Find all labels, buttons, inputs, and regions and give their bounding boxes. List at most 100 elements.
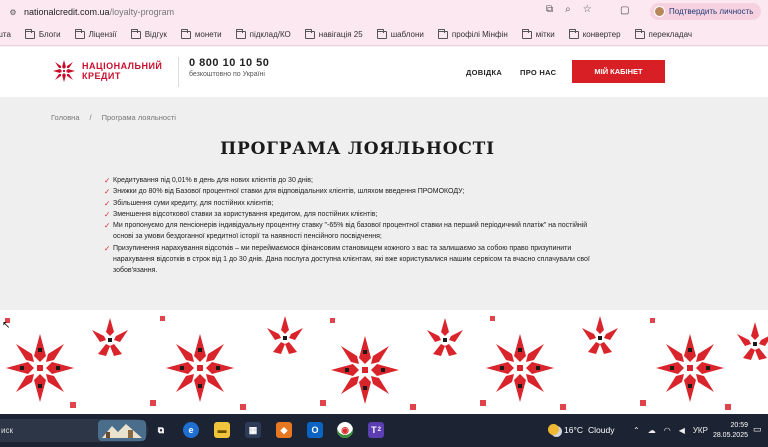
bookmark-label: перекладач [648, 30, 693, 39]
task-view-icon[interactable]: ⧉ [153, 422, 169, 438]
show-hidden-icons-icon[interactable]: ⌃ [633, 426, 640, 435]
bookmark-label: підклад/КО [249, 30, 291, 39]
folder-icon [74, 28, 85, 39]
taskbar-search[interactable]: иск [0, 419, 148, 442]
notifications-icon[interactable]: ▭ [753, 424, 762, 435]
bookmark-item[interactable]: ошта [0, 30, 11, 39]
phone-note: безкоштовно по Україні [189, 71, 265, 78]
list-item: ✓ Ми пропонуємо для пенсіонерів індивідуа… [104, 220, 604, 243]
bookmark-folder[interactable]: перекладач [634, 28, 693, 39]
wifi-icon[interactable]: ◠ [664, 426, 671, 435]
bookmark-label: профілі Мінфін [451, 30, 508, 39]
onedrive-icon[interactable]: ☁ [648, 426, 656, 435]
mouse-cursor-icon: ↖ [2, 320, 11, 331]
logo-line-1: НАЦІОНАЛЬНИЙ [82, 61, 163, 71]
folder-icon [376, 28, 387, 39]
folder-icon [437, 28, 448, 39]
list-item: ✓ Зменшення відсоткової ставки за користу… [104, 209, 604, 220]
breadcrumb-current: Програма лояльності [101, 113, 176, 122]
bookmark-folder[interactable]: шаблони [376, 28, 424, 39]
teams-icon[interactable]: T2 [368, 422, 384, 438]
bookmarks-bar: ошта Блоги Ліцензії Відгук монети підкла… [0, 24, 768, 46]
translate-icon[interactable]: ⧉ [546, 4, 553, 15]
outlook-icon[interactable]: O [307, 422, 323, 438]
zoom-icon[interactable]: ⌕ [565, 4, 571, 15]
search-highlight-icon [98, 420, 146, 441]
bookmark-folder[interactable]: підклад/КО [235, 28, 291, 39]
volume-icon[interactable]: ◀ [679, 426, 685, 435]
page-title: ПРОГРАМА ЛОЯЛЬНОСТІ [220, 139, 495, 159]
weather-widget[interactable]: 16°C Cloudy [548, 424, 614, 435]
url-path: /loyalty-program [109, 7, 175, 17]
nav-help-link[interactable]: ДОВІДКА [466, 68, 502, 77]
bookmark-folder[interactable]: монети [180, 28, 222, 39]
list-item-text: Зменшення відсоткової ставки за користув… [113, 210, 378, 218]
bookmark-folder[interactable]: Ліцензії [74, 28, 117, 39]
bookmark-label: Відгук [144, 30, 167, 39]
store-icon[interactable]: ▦ [245, 422, 261, 438]
nav-about-link[interactable]: ПРО НАС [520, 68, 556, 77]
breadcrumb-home[interactable]: Головна [51, 113, 80, 122]
checkmark-icon: ✓ [104, 243, 111, 253]
url-domain: nationalcredit.com.ua [24, 7, 110, 17]
folder-icon [180, 28, 191, 39]
bookmark-folder[interactable]: конвертер [568, 28, 621, 39]
checkmark-icon: ✓ [104, 198, 111, 208]
logo-ornament-icon [53, 60, 75, 82]
time: 20:59 [730, 422, 748, 429]
logo-line-2: КРЕДИТ [82, 71, 121, 81]
bookmark-folder[interactable]: навігація 25 [304, 28, 363, 39]
embroidery-pattern [0, 310, 768, 414]
list-item: ✓ Збільшення суми кредиту, для постійних … [104, 198, 604, 209]
list-item: ✓ Кредитування під 0,01% в день для нових… [104, 175, 604, 186]
bookmark-label: конвертер [582, 30, 621, 39]
app-icon[interactable]: ◆ [276, 422, 292, 438]
breadcrumb-separator: / [89, 113, 92, 122]
loyalty-list: ✓ Кредитування під 0,01% в день для нових… [104, 175, 604, 277]
bookmark-folder[interactable]: профілі Мінфін [437, 28, 508, 39]
weather-text: Cloudy [588, 424, 615, 435]
avatar [654, 6, 665, 17]
bookmark-label: Ліцензії [88, 30, 117, 39]
address-bar[interactable]: ⚙ nationalcredit.com.ua/loyalty-program [8, 3, 608, 21]
logo-text: НАЦІОНАЛЬНИЙ КРЕДИТ [82, 61, 162, 81]
extensions-icon[interactable]: ▢ [620, 5, 629, 16]
list-item-text: Призупинення нарахування відсотків – ми … [113, 244, 590, 275]
system-tray: ⌃ ☁ ◠ ◀ УКР [633, 426, 708, 435]
bookmark-folder[interactable]: Блоги [24, 28, 61, 39]
list-item: ✓ Знижки до 80% від Базової процентної ст… [104, 186, 604, 197]
taskbar: иск ⧉ e ▬ ▦ ◆ O ◉ T2 16°C Cloudy ⌃ ☁ ◠ ◀… [0, 414, 768, 447]
embroidery-ornament [5, 316, 768, 410]
weather-temp: 16°C [564, 424, 583, 435]
edge-browser-icon[interactable]: e [183, 422, 199, 438]
site-logo[interactable]: НАЦІОНАЛЬНИЙ КРЕДИТ [52, 59, 162, 83]
chrome-icon[interactable]: ◉ [337, 422, 353, 438]
folder-icon [24, 28, 35, 39]
list-item-text: Ми пропонуємо для пенсіонерів індивідуал… [113, 222, 588, 241]
bookmark-label: монети [194, 30, 222, 39]
my-cabinet-button[interactable]: МІЙ КАБІНЕТ [572, 60, 665, 83]
site-info-icon[interactable]: ⚙ [8, 7, 18, 17]
file-explorer-icon[interactable]: ▬ [214, 422, 230, 438]
bookmark-label: Блоги [38, 30, 61, 39]
bookmark-label: мітки [535, 30, 555, 39]
profile-button[interactable]: Подтвердить личность [650, 3, 762, 20]
search-text: иск [1, 426, 13, 435]
phone-number[interactable]: 0 800 10 10 50 [189, 57, 269, 69]
profile-label: Подтвердить личность [669, 7, 754, 16]
bookmark-label: навігація 25 [318, 30, 363, 39]
bookmark-label: шаблони [390, 30, 424, 39]
bookmark-star-icon[interactable]: ☆ [583, 4, 592, 15]
address-bar-actions: ⧉ ⌕ ☆ [546, 4, 592, 15]
bookmark-folder[interactable]: Відгук [130, 28, 167, 39]
clock[interactable]: 20:59 28.05.2025 [712, 421, 748, 441]
folder-icon [634, 28, 645, 39]
list-item-text: Знижки до 80% від Базової процентної ста… [113, 188, 465, 196]
language-indicator[interactable]: УКР [693, 426, 708, 435]
folder-icon [304, 28, 315, 39]
checkmark-icon: ✓ [104, 176, 111, 185]
list-item-text: Кредитування під 0,01% в день для нових … [113, 177, 313, 184]
list-item: ✓ Призупинення нарахування відсотків – ми… [104, 243, 604, 277]
bookmark-folder[interactable]: мітки [521, 28, 555, 39]
phone-block: 0 800 10 10 50 безкоштовно по Україні [178, 57, 269, 87]
